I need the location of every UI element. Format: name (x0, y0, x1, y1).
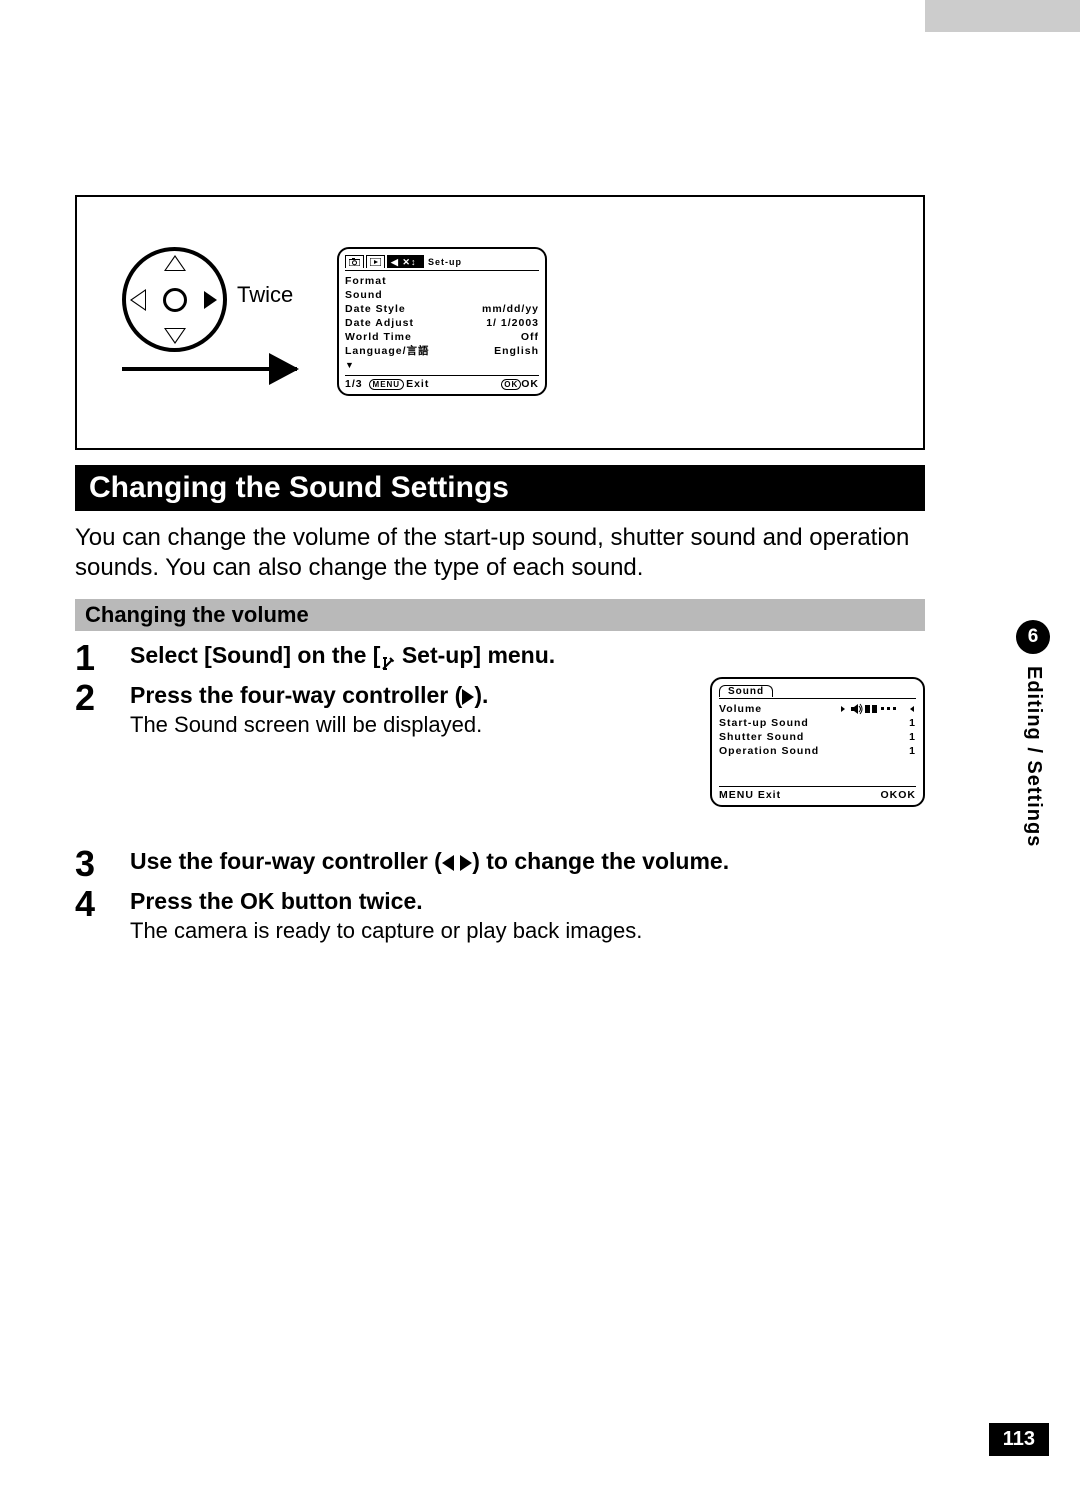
menu-item-label: Date Adjust (345, 316, 414, 330)
menu-exit-label: MENU Exit (719, 789, 781, 801)
menu-item-label: World Time (345, 330, 412, 344)
menu-item-value: English (494, 344, 539, 358)
chapter-sidebar: 6 Editing / Settings (932, 620, 1052, 847)
step-description: The camera is ready to capture or play b… (130, 917, 925, 944)
step-number: 4 (75, 887, 130, 944)
setup-tab-icon: ◀ ✕↕ (387, 255, 424, 268)
illustration-box: Twice ◀ ✕↕ Set-up Format Sound Date Styl… (75, 195, 925, 450)
menu-item-label: Volume (719, 702, 762, 716)
sound-tab-label: Sound (719, 685, 773, 697)
page-number: 113 (989, 1423, 1049, 1456)
menu-item-value: 1/ 1/2003 (486, 316, 539, 330)
chapter-title: Editing / Settings (1022, 666, 1045, 847)
chapter-number-badge: 6 (1016, 620, 1050, 654)
intro-paragraph: You can change the volume of the start-u… (75, 523, 925, 583)
menu-ok-label: OKOK (881, 789, 917, 801)
playback-tab-icon (366, 255, 385, 268)
step-heading: Select [Sound] on the [ Set-up] menu. (130, 641, 925, 669)
menu-item-value: 1 (909, 716, 916, 730)
step-number: 1 (75, 641, 130, 675)
step-heading: Press the OK button twice. (130, 887, 925, 915)
menu-item-value: Off (521, 330, 539, 344)
step-4: 4 Press the OK button twice. The camera … (75, 887, 925, 944)
menu-ok-label: OKOK (501, 378, 539, 390)
step-1: 1 Select [Sound] on the [ Set-up] menu. (75, 641, 925, 675)
twice-label: Twice (237, 282, 293, 308)
menu-item-label: Language/言語 (345, 344, 430, 358)
arrow-right-icon (122, 367, 297, 371)
step-heading: Use the four-way controller ( ) to chang… (130, 847, 925, 875)
step-number: 2 (75, 681, 130, 807)
left-arrow-icon (442, 855, 454, 871)
setup-tab-label: Set-up (428, 257, 462, 267)
section-heading: Changing the Sound Settings (75, 465, 925, 511)
step-2: 2 Sound Volume (75, 681, 925, 807)
top-gray-band (925, 0, 1080, 32)
subsection-heading: Changing the volume (75, 599, 925, 631)
menu-item-value: mm/dd/yy (482, 302, 539, 316)
menu-item-label: Start-up Sound (719, 716, 809, 730)
menu-item-label: Sound (345, 288, 383, 302)
menu-item-label: Operation Sound (719, 744, 819, 758)
right-arrow-icon (460, 855, 472, 871)
menu-item-value: 1 (909, 744, 916, 758)
sound-menu-screen: Sound Volume Start-up Sound1 Shutter S (710, 677, 925, 807)
step-number: 3 (75, 847, 130, 881)
speaker-icon (850, 703, 864, 715)
menu-item-label: Shutter Sound (719, 730, 804, 744)
setup-menu-screen: ◀ ✕↕ Set-up Format Sound Date Style mm/dd… (337, 247, 547, 396)
setup-icon (380, 649, 395, 664)
right-arrow-icon (462, 689, 474, 705)
menu-item-value: 1 (909, 730, 916, 744)
scroll-down-icon: ▼ (345, 358, 355, 372)
menu-exit-label: 1/3 MENUExit (345, 378, 429, 390)
step-3: 3 Use the four-way controller ( ) to cha… (75, 847, 925, 881)
dpad-diagram (122, 247, 227, 352)
menu-item-label: Format (345, 274, 387, 288)
volume-indicator (839, 703, 916, 715)
menu-item-label: Date Style (345, 302, 406, 316)
camera-tab-icon (345, 255, 364, 268)
